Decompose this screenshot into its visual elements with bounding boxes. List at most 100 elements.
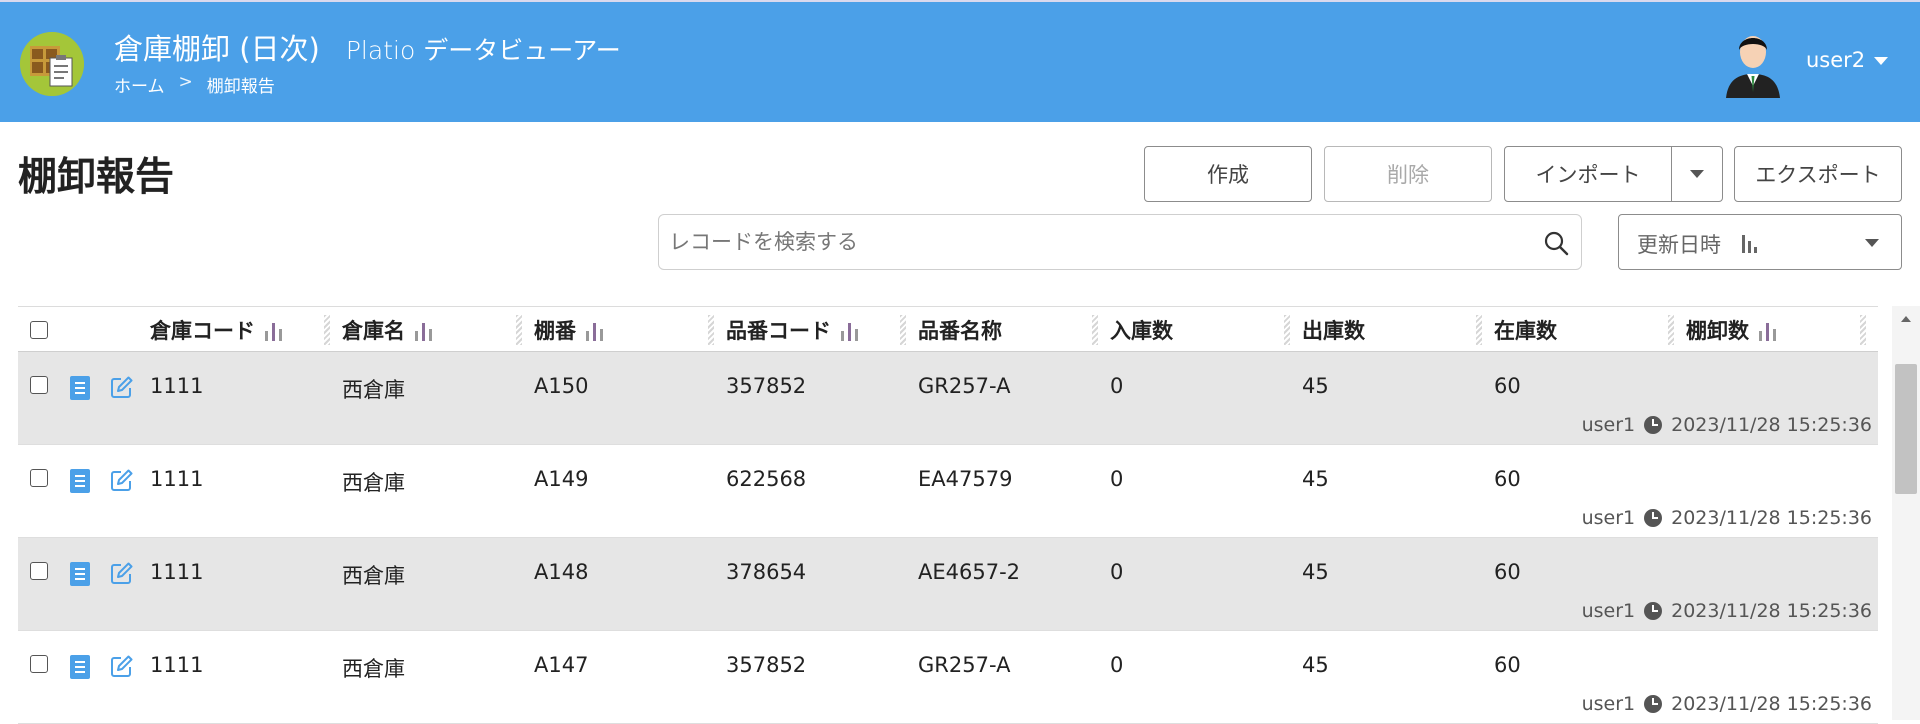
app-title: 倉庫棚卸 (日次) — [114, 32, 320, 66]
app-title-row: 倉庫棚卸 (日次) Platio データビューアー — [114, 26, 621, 68]
edit-icon[interactable] — [110, 561, 134, 585]
row-meta: user1 2023/11/28 15:25:36 — [1582, 414, 1872, 436]
bar-chart-icon — [1742, 235, 1757, 253]
cell-received-qty: 0 — [1110, 467, 1124, 491]
clock-icon — [1644, 695, 1663, 713]
column-header-label: 品番名称 — [918, 319, 1002, 343]
cell-shelf-number: A147 — [534, 653, 589, 677]
row-updated-user: user1 — [1581, 600, 1636, 622]
column-resize-handle[interactable] — [1860, 315, 1866, 345]
clock-icon — [1644, 416, 1663, 434]
search-input[interactable] — [669, 215, 1529, 269]
chevron-down-icon[interactable] — [1874, 57, 1888, 65]
edit-icon[interactable] — [110, 375, 134, 399]
breadcrumb: ホーム > 棚卸報告 — [114, 72, 275, 97]
bar-chart-icon — [1759, 323, 1776, 341]
row-updated-timestamp: 2023/11/28 15:25:36 — [1671, 600, 1872, 622]
row-checkbox[interactable] — [30, 376, 48, 394]
row-checkbox[interactable] — [30, 469, 48, 487]
bar-chart-icon — [586, 323, 603, 341]
table-row[interactable]: 1111 西倉庫 A148 378654 AE4657-2 0 45 60 us… — [18, 538, 1878, 631]
row-updated-timestamp: 2023/11/28 15:25:36 — [1671, 693, 1872, 715]
cell-stock-qty: 60 — [1494, 653, 1521, 677]
column-header-label: 在庫数 — [1494, 319, 1557, 343]
document-icon[interactable] — [70, 562, 90, 586]
row-updated-user: user1 — [1581, 693, 1636, 715]
vertical-scrollbar[interactable] — [1892, 306, 1920, 720]
cell-part-code: 357852 — [726, 374, 807, 398]
row-meta: user1 2023/11/28 15:25:36 — [1582, 693, 1872, 715]
cell-shipped-qty: 45 — [1302, 560, 1329, 584]
clock-icon — [1644, 509, 1663, 527]
app-header: 倉庫棚卸 (日次) Platio データビューアー ホーム > 棚卸報告 use… — [0, 2, 1920, 122]
bar-chart-icon — [841, 323, 858, 341]
column-header-count-qty[interactable]: 棚卸数 — [1686, 307, 1779, 353]
cell-stock-qty: 60 — [1494, 467, 1521, 491]
select-all-checkbox[interactable] — [30, 321, 48, 339]
document-icon[interactable] — [70, 469, 90, 493]
user-menu-name[interactable]: user2 — [1806, 48, 1865, 72]
column-resize-handle[interactable] — [516, 315, 522, 345]
edit-icon[interactable] — [110, 468, 134, 492]
column-header-shipped-qty[interactable]: 出庫数 — [1302, 307, 1365, 353]
import-button[interactable]: インポート — [1504, 146, 1672, 202]
breadcrumb-separator: > — [178, 72, 193, 92]
table-row[interactable]: 1111 西倉庫 A147 357852 GR257-A 0 45 60 use… — [18, 631, 1878, 724]
column-resize-handle[interactable] — [324, 315, 330, 345]
column-header-shelf-number[interactable]: 棚番 — [534, 307, 606, 353]
table-header: 倉庫コード 倉庫名 棚番 品番コード 品番名称 入庫数 出庫数 在庫数 棚卸数 — [18, 306, 1878, 352]
column-resize-handle[interactable] — [1668, 315, 1674, 345]
search-icon[interactable] — [1543, 230, 1569, 256]
warehouse-clipboard-icon[interactable] — [20, 32, 84, 96]
breadcrumb-current: 棚卸報告 — [206, 77, 275, 97]
row-meta: user1 2023/11/28 15:25:36 — [1582, 600, 1872, 622]
cell-received-qty: 0 — [1110, 560, 1124, 584]
cell-part-code: 357852 — [726, 653, 807, 677]
column-header-warehouse-name[interactable]: 倉庫名 — [342, 307, 435, 353]
column-header-part-code[interactable]: 品番コード — [726, 307, 861, 353]
sort-select[interactable]: 更新日時 — [1618, 214, 1902, 270]
cell-shipped-qty: 45 — [1302, 374, 1329, 398]
cell-part-code: 378654 — [726, 560, 807, 584]
cell-shipped-qty: 45 — [1302, 467, 1329, 491]
cell-part-code: 622568 — [726, 467, 807, 491]
cell-warehouse-name: 西倉庫 — [342, 471, 405, 495]
column-resize-handle[interactable] — [1092, 315, 1098, 345]
table-row[interactable]: 1111 西倉庫 A150 357852 GR257-A 0 45 60 use… — [18, 352, 1878, 445]
column-resize-handle[interactable] — [1284, 315, 1290, 345]
clock-icon — [1644, 602, 1663, 620]
delete-button[interactable]: 削除 — [1324, 146, 1492, 202]
column-header-label: 棚番 — [534, 319, 576, 343]
create-button[interactable]: 作成 — [1144, 146, 1312, 202]
document-icon[interactable] — [70, 376, 90, 400]
document-icon[interactable] — [70, 655, 90, 679]
column-header-stock-qty[interactable]: 在庫数 — [1494, 307, 1557, 353]
row-updated-user: user1 — [1581, 507, 1636, 529]
column-resize-handle[interactable] — [708, 315, 714, 345]
cell-warehouse-code: 1111 — [150, 374, 204, 398]
scrollbar-thumb[interactable] — [1895, 364, 1917, 494]
column-header-label: 入庫数 — [1110, 319, 1173, 343]
cell-shipped-qty: 45 — [1302, 653, 1329, 677]
edit-icon[interactable] — [110, 654, 134, 678]
cell-shelf-number: A150 — [534, 374, 589, 398]
column-resize-handle[interactable] — [900, 315, 906, 345]
scroll-up-arrow-icon[interactable] — [1901, 316, 1911, 322]
cell-shelf-number: A149 — [534, 467, 589, 491]
column-resize-handle[interactable] — [1476, 315, 1482, 345]
column-header-warehouse-code[interactable]: 倉庫コード — [150, 307, 285, 353]
user-avatar-icon[interactable] — [1722, 26, 1784, 98]
search-box — [658, 214, 1582, 270]
column-header-part-name[interactable]: 品番名称 — [918, 307, 1002, 353]
records-table: 倉庫コード 倉庫名 棚番 品番コード 品番名称 入庫数 出庫数 在庫数 棚卸数 … — [18, 306, 1878, 724]
breadcrumb-home[interactable]: ホーム — [114, 72, 165, 97]
import-dropdown-button[interactable] — [1671, 146, 1723, 202]
row-checkbox[interactable] — [30, 655, 48, 673]
bar-chart-icon — [265, 323, 282, 341]
column-header-label: 倉庫名 — [342, 319, 405, 343]
column-header-received-qty[interactable]: 入庫数 — [1110, 307, 1173, 353]
cell-warehouse-name: 西倉庫 — [342, 657, 405, 681]
table-row[interactable]: 1111 西倉庫 A149 622568 EA47579 0 45 60 use… — [18, 445, 1878, 538]
row-checkbox[interactable] — [30, 562, 48, 580]
export-button[interactable]: エクスポート — [1734, 146, 1902, 202]
